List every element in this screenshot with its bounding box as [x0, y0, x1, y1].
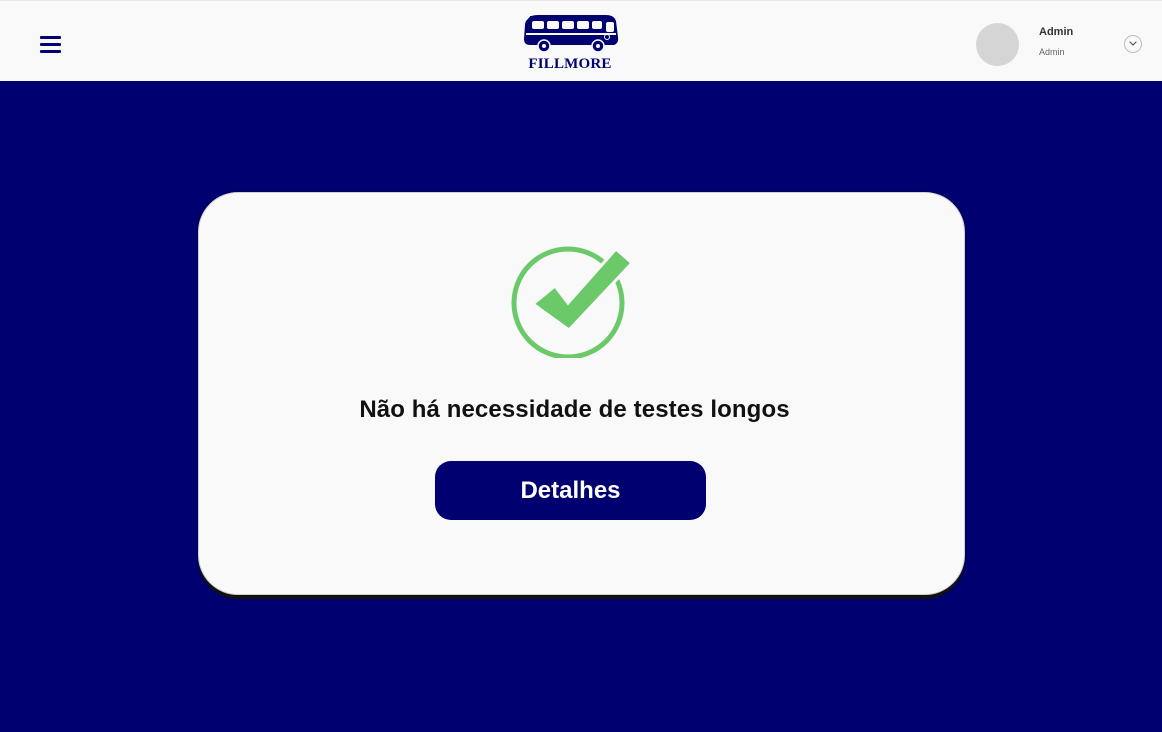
user-menu-toggle[interactable] [1124, 35, 1142, 53]
menu-line [40, 50, 61, 53]
menu-line [40, 36, 61, 39]
details-button[interactable]: Detalhes [435, 461, 706, 520]
check-circle-icon [511, 246, 635, 358]
top-header: FILLMORE Admin Admin [0, 0, 1162, 81]
hamburger-menu-icon[interactable] [37, 32, 63, 56]
menu-line [40, 43, 61, 46]
user-role: Admin [1039, 47, 1065, 57]
status-message: Não há necessidade de testes longos [359, 396, 790, 423]
fillmore-logo[interactable]: FILLMORE [522, 13, 622, 75]
user-name: Admin [1039, 26, 1074, 38]
avatar[interactable] [976, 23, 1019, 66]
logo-text: FILLMORE [528, 56, 612, 72]
bus-logo-icon [524, 15, 619, 53]
chevron-down-icon [1129, 41, 1137, 46]
result-card: Não há necessidade de testes longos Deta… [198, 192, 965, 595]
